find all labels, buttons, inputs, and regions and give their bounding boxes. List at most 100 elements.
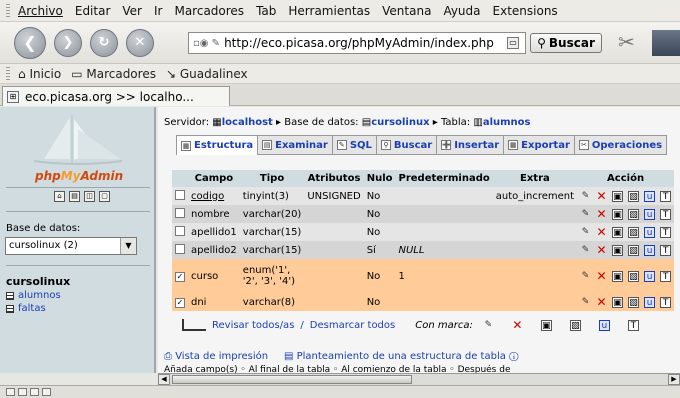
row-checkbox[interactable] xyxy=(175,189,185,200)
delete-icon[interactable]: ✕ xyxy=(596,270,607,282)
scroll-right-icon[interactable]: ▶ xyxy=(668,374,680,385)
index-icon[interactable]: ▧ xyxy=(628,244,640,256)
unique-icon[interactable]: u xyxy=(644,244,656,256)
field-name[interactable]: dni xyxy=(188,293,240,311)
breadcrumb-database[interactable]: cursolinux xyxy=(371,117,429,128)
toolbar-grip[interactable] xyxy=(6,66,10,81)
edit-icon[interactable]: ✎ xyxy=(580,271,591,282)
search-button[interactable]: ⚲ Buscar xyxy=(530,33,602,53)
bookmark-guadalinex[interactable]: ↘ Guadalinex xyxy=(166,67,248,81)
row-checkbox[interactable]: ✓ xyxy=(175,297,185,308)
check-all-link[interactable]: Revisar todos/as xyxy=(212,320,294,331)
chevron-down-icon[interactable]: ▼ xyxy=(120,238,136,254)
reload-button[interactable]: ↻ xyxy=(90,28,118,57)
unique-icon[interactable]: u xyxy=(644,208,656,220)
delete-icon[interactable]: ✕ xyxy=(596,244,607,256)
query-window-icon[interactable]: ◫ xyxy=(84,191,95,202)
menu-tab[interactable]: Tab xyxy=(256,4,276,18)
help-icon[interactable]: ⓘ xyxy=(509,351,518,362)
menu-ventana[interactable]: Ventana xyxy=(382,4,431,18)
primary-key-icon[interactable]: ▣ xyxy=(612,244,624,256)
fulltext-icon[interactable]: T xyxy=(660,226,672,238)
bulk-fulltext-icon[interactable]: T xyxy=(627,319,639,331)
field-name[interactable]: apellido1 xyxy=(188,223,240,241)
propose-structure-link[interactable]: Planteamiento de una estructura de tabla xyxy=(297,351,506,362)
tab-exportar[interactable]: ▦ Exportar xyxy=(503,135,574,155)
index-icon[interactable]: ▧ xyxy=(628,296,640,308)
delete-icon[interactable]: ✕ xyxy=(596,190,607,202)
clip-icon[interactable]: ✂ xyxy=(618,30,644,56)
fulltext-icon[interactable]: T xyxy=(660,208,672,220)
home-icon[interactable]: ⌂ xyxy=(54,191,65,202)
menu-marcadores[interactable]: Marcadores xyxy=(174,4,244,18)
row-checkbox[interactable] xyxy=(175,225,185,236)
scrollbar-thumb[interactable] xyxy=(172,375,412,384)
field-name[interactable]: curso xyxy=(188,259,240,293)
field-name[interactable]: codigo xyxy=(188,187,240,205)
primary-key-icon[interactable]: ▣ xyxy=(612,296,624,308)
sidebar-table-alumnos[interactable]: alumnos xyxy=(6,290,61,301)
delete-icon[interactable]: ✕ xyxy=(596,226,607,238)
docs-icon[interactable]: ▢ xyxy=(99,191,110,202)
primary-key-icon[interactable]: ▣ xyxy=(612,190,624,202)
unique-icon[interactable]: u xyxy=(644,296,656,308)
unique-icon[interactable]: u xyxy=(644,190,656,202)
bulk-primary-key-icon[interactable]: ▣ xyxy=(540,319,552,331)
tab-estructura[interactable]: ▦ Estructura xyxy=(176,135,258,155)
menu-ver[interactable]: Ver xyxy=(122,4,142,18)
menu-archivo[interactable]: Archivo xyxy=(18,4,63,18)
fulltext-icon[interactable]: T xyxy=(660,296,672,308)
table-row[interactable]: apellido2 varchar(15) Sí NULL ✎ ✕ ▣ ▧ u … xyxy=(172,241,675,259)
primary-key-icon[interactable]: ▣ xyxy=(612,208,624,220)
table-row[interactable]: apellido1 varchar(15) No ✎ ✕ ▣ ▧ u T xyxy=(172,223,675,241)
tab-insertar[interactable]: ➕ Insertar xyxy=(436,135,504,155)
tab-sql[interactable]: ✎ SQL xyxy=(331,135,376,155)
menu-herramientas[interactable]: Herramientas xyxy=(288,4,370,18)
primary-key-icon[interactable]: ▣ xyxy=(612,226,624,238)
fulltext-icon[interactable]: T xyxy=(660,244,672,256)
forward-button[interactable]: ❯ xyxy=(54,28,82,57)
back-button[interactable]: ❮ xyxy=(14,26,46,59)
row-checkbox[interactable] xyxy=(175,207,185,218)
edit-icon[interactable]: ✎ xyxy=(580,245,591,256)
database-name[interactable]: cursolinux xyxy=(6,275,70,288)
sidebar-table-faltas[interactable]: faltas xyxy=(6,303,46,314)
breadcrumb-server[interactable]: localhost xyxy=(222,117,273,128)
bulk-unique-icon[interactable]: u xyxy=(598,319,610,331)
delete-icon[interactable]: ✕ xyxy=(596,208,607,220)
table-row[interactable]: ✓ dni varchar(8) No ✎ ✕ ▣ ▧ u T xyxy=(172,293,675,311)
bookmark-inicio[interactable]: ⌂ Inicio xyxy=(18,67,61,81)
print-view-link[interactable]: Vista de impresión xyxy=(175,351,268,362)
table-row[interactable]: ✓ curso enum('1', '2', '3', '4') No 1 ✎ … xyxy=(172,259,675,293)
menu-editar[interactable]: Editar xyxy=(75,4,111,18)
horizontal-scrollbar[interactable]: ◀ ▶ xyxy=(158,373,680,385)
menu-ayuda[interactable]: Ayuda xyxy=(443,4,480,18)
scroll-left-icon[interactable]: ◀ xyxy=(158,374,170,385)
edit-icon[interactable]: ✎ xyxy=(580,191,591,202)
bulk-index-icon[interactable]: ▧ xyxy=(569,319,581,331)
primary-key-icon[interactable]: ▣ xyxy=(612,270,624,282)
bulk-delete-icon[interactable]: ✕ xyxy=(512,319,523,331)
bulk-edit-icon[interactable]: ✎ xyxy=(483,320,494,331)
sql-query-icon[interactable]: ▤ xyxy=(69,191,80,202)
tab-buscar[interactable]: ⚲ Buscar xyxy=(375,135,437,155)
table-row[interactable]: codigo tinyint(3) UNSIGNED No auto_incre… xyxy=(172,187,675,205)
unique-icon[interactable]: u xyxy=(644,270,656,282)
edit-icon[interactable]: ✎ xyxy=(580,227,591,238)
database-select[interactable]: cursolinux (2) ▼ xyxy=(5,237,137,255)
toolbar-grip[interactable] xyxy=(6,3,10,18)
url-dropdown-icon[interactable]: ▭ xyxy=(507,37,519,49)
row-checkbox[interactable] xyxy=(175,243,185,254)
tab-operaciones[interactable]: ✂ Operaciones xyxy=(573,135,668,155)
table-row[interactable]: nombre varchar(20) No ✎ ✕ ▣ ▧ u T xyxy=(172,205,675,223)
bookmark-marcadores[interactable]: ▭ Marcadores xyxy=(71,67,156,81)
index-icon[interactable]: ▧ xyxy=(628,190,640,202)
delete-icon[interactable]: ✕ xyxy=(596,296,607,308)
uncheck-all-link[interactable]: Desmarcar todos xyxy=(310,320,395,331)
edit-icon[interactable]: ✎ xyxy=(580,297,591,308)
menu-extensions[interactable]: Extensions xyxy=(493,4,558,18)
index-icon[interactable]: ▧ xyxy=(628,270,640,282)
menu-ir[interactable]: Ir xyxy=(154,4,162,18)
browser-tab[interactable]: ⊞ eco.picasa.org >> localho... xyxy=(2,86,230,106)
fulltext-icon[interactable]: T xyxy=(660,190,672,202)
